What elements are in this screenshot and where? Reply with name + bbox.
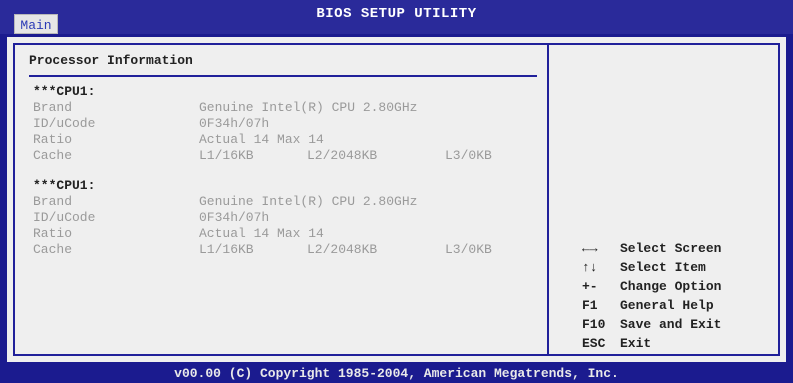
cache-l2-value: L2/2048KB [307, 148, 378, 163]
panel-divider [547, 43, 549, 356]
brand-row: Brand Genuine Intel(R) CPU 2.80GHz [33, 100, 533, 116]
cpu-block: ***CPU1: Brand Genuine Intel(R) CPU 2.80… [33, 177, 533, 258]
up-down-arrows-icon: ↑↓ [582, 260, 598, 275]
cache-l3-value: L3/0KB [445, 242, 492, 257]
cpu-heading: ***CPU1: [33, 84, 96, 99]
title-bar: BIOS SETUP UTILITY Main [0, 0, 793, 34]
ucode-row: ID/uCode 0F34h/07h [33, 210, 533, 226]
main-panel: Processor Information ***CPU1: Brand Gen… [4, 34, 789, 365]
help-key: +- [582, 279, 598, 294]
help-row-select-screen: ←→ Select Screen [582, 239, 782, 258]
ucode-row: ID/uCode 0F34h/07h [33, 116, 533, 132]
tab-main[interactable]: Main [14, 14, 58, 34]
ratio-row: Ratio Actual 14 Max 14 [33, 226, 533, 242]
cache-label: Cache [33, 148, 73, 163]
brand-row: Brand Genuine Intel(R) CPU 2.80GHz [33, 194, 533, 210]
left-right-arrows-icon: ←→ [582, 241, 598, 256]
ucode-label: ID/uCode [33, 116, 96, 131]
ucode-value: 0F34h/07h [199, 210, 270, 225]
cpu-block: ***CPU1: Brand Genuine Intel(R) CPU 2.80… [33, 83, 533, 164]
bios-screen: BIOS SETUP UTILITY Main Processor Inform… [0, 0, 793, 383]
cache-row: Cache L1/16KB L2/2048KB L3/0KB [33, 242, 533, 258]
help-row-exit: ESC Exit [582, 334, 782, 353]
cache-row: Cache L1/16KB L2/2048KB L3/0KB [33, 148, 533, 164]
help-row-save-exit: F10 Save and Exit [582, 315, 782, 334]
brand-value: Genuine Intel(R) CPU 2.80GHz [199, 194, 418, 209]
copyright-footer: v00.00 (C) Copyright 1985-2004, American… [0, 365, 793, 383]
ucode-label: ID/uCode [33, 210, 96, 225]
cache-l2-value: L2/2048KB [307, 242, 378, 257]
help-desc: Save and Exit [620, 317, 722, 332]
ratio-label: Ratio [33, 226, 73, 241]
help-row-general-help: F1 General Help [582, 296, 782, 315]
cache-l1-value: L1/16KB [199, 242, 254, 257]
help-key: F1 [582, 298, 598, 313]
help-panel: ←→ Select Screen ↑↓ Select Item +- Chang… [582, 239, 782, 353]
help-desc: Change Option [620, 279, 722, 294]
help-key: F10 [582, 317, 606, 332]
cache-l3-value: L3/0KB [445, 148, 492, 163]
help-desc: Select Item [620, 260, 706, 275]
help-row-select-item: ↑↓ Select Item [582, 258, 782, 277]
cache-l1-value: L1/16KB [199, 148, 254, 163]
help-desc: Select Screen [620, 241, 722, 256]
help-key: ESC [582, 336, 606, 351]
section-title: Processor Information [29, 53, 193, 68]
ucode-value: 0F34h/07h [199, 116, 270, 131]
help-desc: General Help [620, 298, 714, 313]
ratio-value: Actual 14 Max 14 [199, 226, 324, 241]
section-divider [29, 75, 537, 77]
help-row-change-option: +- Change Option [582, 277, 782, 296]
cpu-heading: ***CPU1: [33, 178, 96, 193]
ratio-label: Ratio [33, 132, 73, 147]
bios-title: BIOS SETUP UTILITY [316, 6, 477, 22]
ratio-row: Ratio Actual 14 Max 14 [33, 132, 533, 148]
brand-label: Brand [33, 100, 73, 115]
brand-value: Genuine Intel(R) CPU 2.80GHz [199, 100, 418, 115]
ratio-value: Actual 14 Max 14 [199, 132, 324, 147]
brand-label: Brand [33, 194, 73, 209]
help-desc: Exit [620, 336, 652, 351]
cache-label: Cache [33, 242, 73, 257]
